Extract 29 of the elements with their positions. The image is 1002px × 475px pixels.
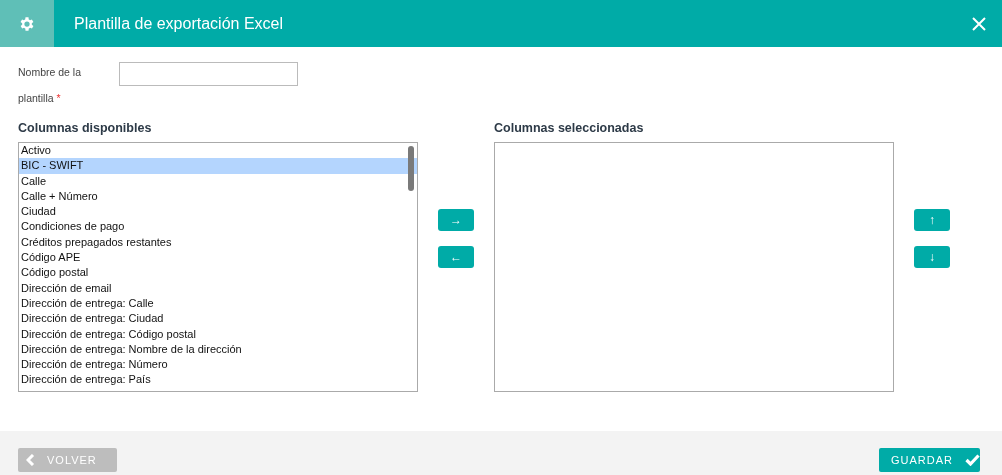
list-item[interactable]: Dirección de email (19, 280, 417, 296)
close-icon (972, 16, 986, 31)
list-item[interactable]: Ciudad (19, 204, 417, 220)
list-item[interactable]: Dirección de entrega: Número (19, 357, 417, 373)
list-item[interactable]: Calle (19, 173, 417, 189)
settings-button[interactable] (0, 0, 54, 47)
list-item[interactable]: Activo (19, 143, 417, 159)
list-item[interactable]: Calle + Número (19, 188, 417, 205)
window-title: Plantilla de exportación Excel (74, 14, 284, 33)
list-item[interactable]: Dirección de entrega: Código postal (19, 326, 417, 342)
field-label: Nombre de la plantilla * (18, 65, 83, 106)
list-item[interactable]: Dirección de entrega: Nombre de la dirección (19, 341, 417, 358)
section-heading: Columnas seleccionadas (494, 121, 645, 137)
list-item[interactable]: Código postal (19, 265, 417, 281)
close-button[interactable] (972, 16, 986, 31)
list-item[interactable]: Código APE (19, 250, 417, 266)
settings-icon (18, 14, 36, 33)
list-item[interactable]: Dirección de entrega: Ciudad (19, 311, 417, 327)
input-field[interactable] (119, 62, 298, 86)
list-item[interactable]: BIC - SWIFT (19, 158, 417, 174)
list-item[interactable]: Dirección de entrega: Calle (19, 295, 417, 312)
chevron-left-icon (26, 454, 35, 466)
section-heading: Columnas disponibles (18, 121, 153, 137)
list-item[interactable]: Dirección de entrega: País (19, 372, 417, 388)
list-box[interactable] (18, 142, 418, 392)
list-item[interactable]: Condiciones de pago (19, 219, 417, 235)
list-item[interactable]: Créditos prepagados restantes (19, 234, 417, 251)
checkmark-icon (965, 454, 980, 466)
scrollbar[interactable] (408, 146, 414, 191)
